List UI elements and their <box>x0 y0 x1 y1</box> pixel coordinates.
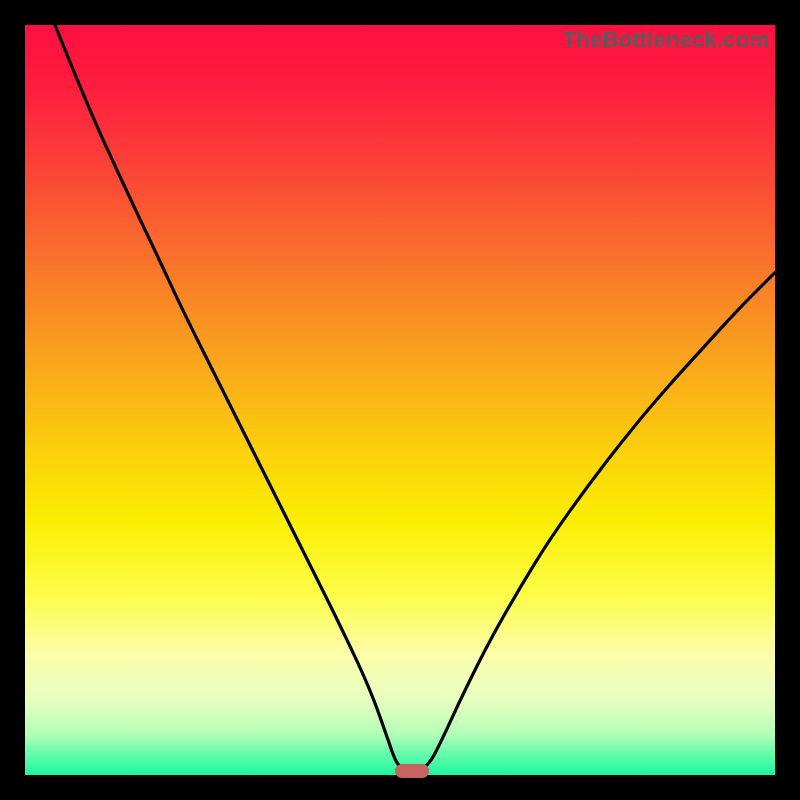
bottleneck-curve <box>55 25 775 771</box>
minimum-marker <box>395 764 429 778</box>
plot-area: TheBottleneck.com <box>25 25 775 775</box>
curve-layer <box>25 25 775 775</box>
chart-container: { "watermark": "TheBottleneck.com", "col… <box>0 0 800 800</box>
